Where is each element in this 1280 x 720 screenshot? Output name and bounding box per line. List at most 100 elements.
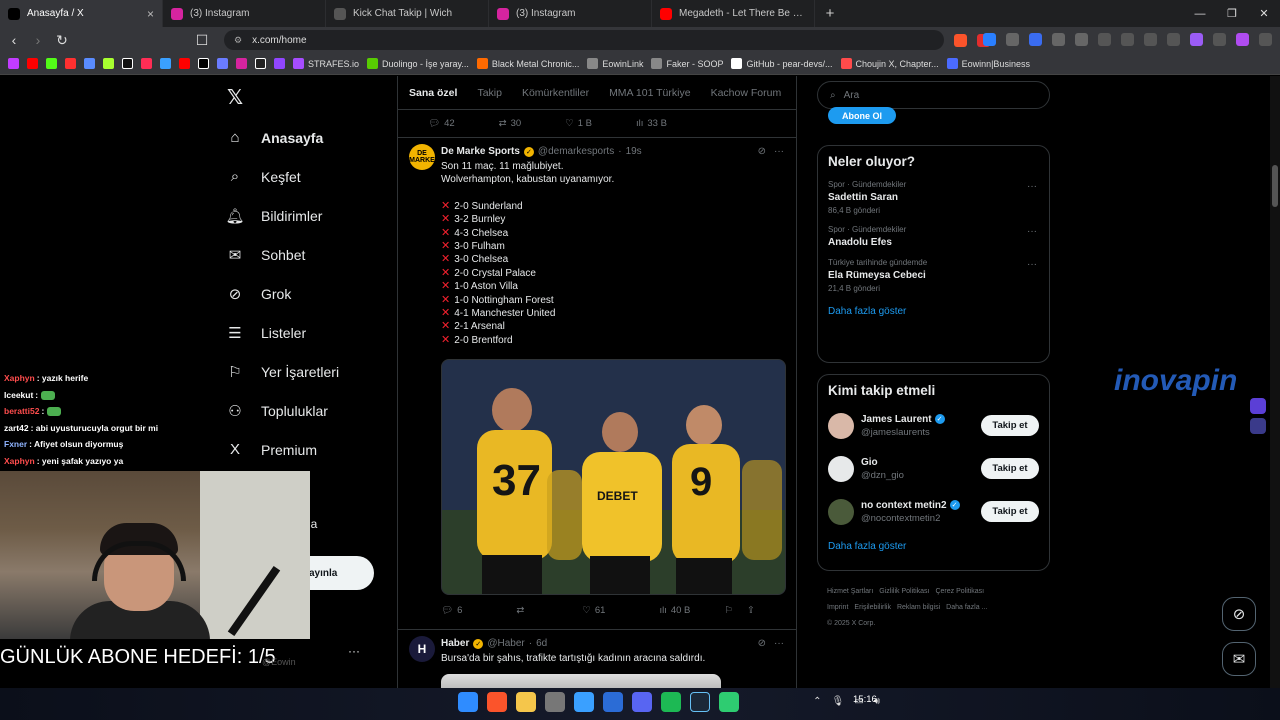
profile-icon[interactable] bbox=[1236, 33, 1249, 46]
instagram-icon[interactable] bbox=[236, 58, 247, 69]
feed-tab[interactable]: Sana özel bbox=[409, 87, 457, 99]
views-button[interactable]: ılı 33 B bbox=[636, 118, 667, 129]
avatar[interactable] bbox=[828, 412, 854, 439]
bookmark-icon[interactable] bbox=[8, 58, 19, 69]
more-icon[interactable]: ··· bbox=[1027, 181, 1037, 192]
browser-tab[interactable]: Kick Chat Takip | Wich bbox=[326, 0, 489, 27]
taskbar-clock[interactable]: 15:16 bbox=[853, 694, 877, 705]
nav-item-mail[interactable]: ✉ Sohbet bbox=[226, 235, 339, 274]
bookmark-icon[interactable] bbox=[217, 58, 228, 69]
author-handle[interactable]: @Haber bbox=[487, 638, 524, 649]
follow-suggestion[interactable]: James Laurent ✓ @jameslaurents Takip et bbox=[818, 404, 1049, 447]
browser-tab[interactable]: (3) Instagram bbox=[163, 0, 326, 27]
nav-item-communities[interactable]: ⚇ Topluluklar bbox=[226, 391, 339, 430]
app-icon[interactable] bbox=[719, 692, 739, 712]
extension-icon[interactable] bbox=[1029, 33, 1042, 46]
show-more-link[interactable]: Daha fazla göster bbox=[818, 533, 1049, 564]
download-icon[interactable] bbox=[1098, 33, 1111, 46]
repost-button[interactable]: ⇄ 30 bbox=[499, 118, 522, 129]
chevron-up-icon[interactable]: ⌃ bbox=[813, 696, 821, 707]
messages-fab[interactable]: ✉ bbox=[1222, 642, 1256, 676]
extension-icon[interactable] bbox=[983, 33, 996, 46]
x-icon[interactable] bbox=[198, 58, 209, 69]
extension-icon[interactable] bbox=[1250, 418, 1266, 434]
feed-tab[interactable]: Kachow Forum bbox=[711, 87, 782, 99]
folder-icon[interactable] bbox=[516, 692, 536, 712]
follow-suggestion[interactable]: Gio @dzn_gio Takip et bbox=[818, 447, 1049, 490]
trend-item[interactable]: Spor · Gündemdekiler Sadettin Saran 86,4 B… bbox=[818, 175, 1049, 220]
extension-icon[interactable] bbox=[1121, 33, 1134, 46]
sidebar-icon[interactable] bbox=[1144, 33, 1157, 46]
back-icon[interactable]: ‹ bbox=[4, 32, 24, 48]
profile-handle[interactable]: @Eowin bbox=[262, 657, 296, 667]
vpn-icon[interactable] bbox=[1213, 33, 1226, 46]
windows-start-icon[interactable] bbox=[458, 692, 478, 712]
youtube-icon[interactable] bbox=[27, 58, 38, 69]
nav-item-grok[interactable]: ⊘ Grok bbox=[226, 274, 339, 313]
avatar[interactable] bbox=[828, 498, 854, 525]
more-icon[interactable]: ··· bbox=[348, 644, 360, 658]
follow-button[interactable]: Takip et bbox=[981, 415, 1039, 436]
brave-icon[interactable] bbox=[487, 692, 507, 712]
bookmark-item[interactable]: Choujin X, Chapter... bbox=[840, 58, 939, 69]
x-logo-icon[interactable]: 𝕏 bbox=[227, 85, 243, 110]
bookmark-icon[interactable] bbox=[84, 58, 95, 69]
footer-link[interactable]: Imprint bbox=[827, 604, 848, 611]
nav-item-bookmark[interactable]: ⚐ Yer İşaretleri bbox=[226, 352, 339, 391]
trend-item[interactable]: Türkiye tarihinde gündemde Ela Rümeysa Ce… bbox=[818, 253, 1049, 298]
bookmark-page-icon[interactable]: ☐ bbox=[192, 32, 212, 49]
grok-fab[interactable]: ⊘ bbox=[1222, 597, 1256, 631]
nav-item-search[interactable]: ⌕ Keşfet bbox=[226, 157, 339, 196]
site-info-icon[interactable]: ⚙ bbox=[234, 35, 242, 46]
tweet-time[interactable]: 6d bbox=[536, 638, 547, 649]
follow-suggestion[interactable]: no context metin2 ✓ @nocontextmetin2 Takip … bbox=[818, 490, 1049, 533]
trend-item[interactable]: Spor · Gündemdekiler Anadolu Efes ··· bbox=[818, 220, 1049, 253]
author-handle[interactable]: @demarkesports bbox=[538, 146, 614, 157]
avatar[interactable] bbox=[828, 455, 854, 482]
microphone-icon[interactable]: 🎙︎ bbox=[832, 696, 845, 707]
like-button[interactable]: ♡ 1 B bbox=[565, 118, 592, 129]
twitch-icon[interactable] bbox=[1250, 398, 1266, 414]
discord-icon[interactable] bbox=[632, 692, 652, 712]
browser-tab[interactable]: (3) Instagram bbox=[489, 0, 652, 27]
close-icon[interactable]: ✕ bbox=[1248, 0, 1280, 27]
footer-link[interactable]: Daha fazla ... bbox=[946, 604, 987, 611]
bookmark-item[interactable]: Duolingo - İşe yaray... bbox=[367, 58, 469, 69]
grok-icon[interactable]: ⊘ bbox=[758, 638, 766, 649]
twitch-icon[interactable] bbox=[274, 58, 285, 69]
repost-button[interactable]: ⇄ bbox=[516, 605, 528, 616]
menu-icon[interactable] bbox=[1259, 33, 1272, 46]
bookmark-icon[interactable] bbox=[255, 58, 266, 69]
browser-tab[interactable]: Megadeth - Let There Be Shred (Offici bbox=[652, 0, 815, 27]
leo-icon[interactable] bbox=[1190, 33, 1203, 46]
footer-link[interactable]: © 2025 X Corp. bbox=[827, 620, 875, 627]
views-button[interactable]: ılı 40 B bbox=[659, 605, 690, 616]
forward-icon[interactable]: › bbox=[28, 32, 48, 48]
nav-item-bell[interactable]: 🔔︎ Bildirimler bbox=[225, 196, 339, 235]
follow-button[interactable]: Takip et bbox=[981, 458, 1039, 479]
youtube-icon[interactable] bbox=[179, 58, 190, 69]
steam-icon[interactable] bbox=[690, 692, 710, 712]
bookmark-item[interactable]: STRAFES.io bbox=[293, 58, 359, 69]
minimize-icon[interactable]: — bbox=[1184, 0, 1216, 27]
browser-tab[interactable]: Anasayfa / X × bbox=[0, 0, 163, 27]
bookmark-icon[interactable] bbox=[65, 58, 76, 69]
new-tab-button[interactable]: + bbox=[815, 0, 845, 27]
reply-button[interactable]: 💬︎ 6 bbox=[441, 605, 462, 616]
post-button[interactable]: ayınla bbox=[306, 556, 374, 590]
nav-item-list[interactable]: ☰ Listeler bbox=[226, 313, 339, 352]
like-button[interactable]: ♡ 61 bbox=[582, 605, 605, 616]
tweet-demarke[interactable]: DE MARKE De Marke Sports ✓ @demarkesport… bbox=[398, 138, 796, 625]
subscribe-button[interactable]: Abone Ol bbox=[828, 107, 896, 124]
nav-item-home[interactable]: ⌂ Anasayfa bbox=[226, 118, 339, 157]
author-name[interactable]: De Marke Sports bbox=[441, 146, 520, 157]
footer-link[interactable]: Reklam bilgisi bbox=[897, 604, 940, 611]
tools-icon[interactable] bbox=[545, 692, 565, 712]
more-icon[interactable]: ··· bbox=[774, 146, 784, 157]
share-icon[interactable]: ⇪ bbox=[747, 605, 755, 616]
bookmark-item[interactable]: Eowinn|Business bbox=[946, 58, 1030, 69]
tweet-image[interactable]: 37 DEBET 9 bbox=[441, 359, 786, 596]
tiktok-icon[interactable] bbox=[122, 58, 133, 69]
scrollbar-thumb[interactable] bbox=[1272, 165, 1278, 207]
extension-icon[interactable] bbox=[1075, 33, 1088, 46]
